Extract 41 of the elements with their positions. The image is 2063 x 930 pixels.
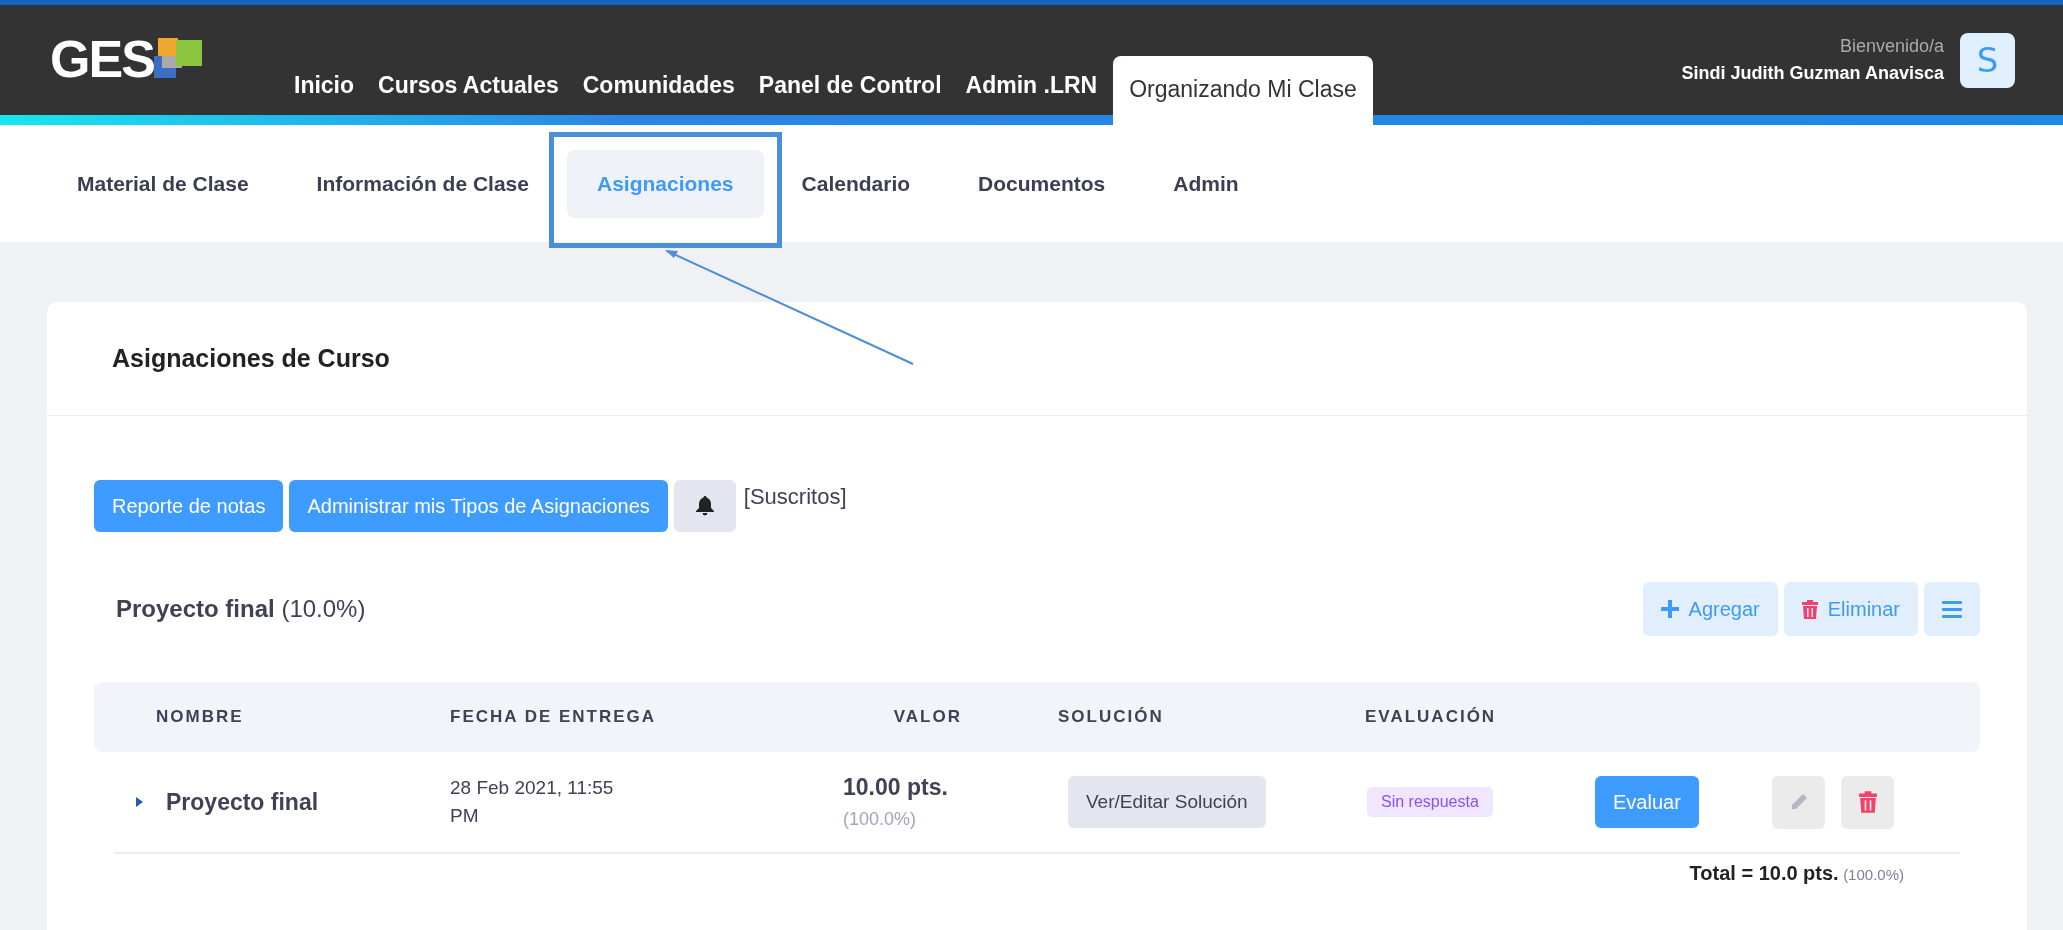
card-title: Asignaciones de Curso [112, 344, 390, 373]
nav-tab[interactable]: Panel de Control [746, 72, 954, 115]
solution-button[interactable]: Ver/Editar Solución [1068, 776, 1266, 828]
points-value: 10.00 pts. [843, 774, 948, 801]
logo-text: GES [50, 33, 154, 85]
nav-tab[interactable]: Organizando Mi Clase [1113, 56, 1373, 125]
bell-icon [695, 496, 714, 516]
nav-tab[interactable]: Cursos Actuales [366, 72, 571, 115]
subnav-tab[interactable]: Calendario [771, 149, 941, 218]
column-header: VALOR [892, 707, 963, 727]
assignment-name: Proyecto final [166, 788, 319, 816]
section-title: Proyecto final (10.0%) [116, 595, 366, 623]
edit-button[interactable] [1772, 775, 1825, 829]
subnav-tab[interactable]: Documentos [948, 149, 1136, 218]
column-header: EVALUACIÓN [1365, 707, 1498, 727]
column-header: FECHA DE ENTREGA [450, 707, 658, 727]
menu-button[interactable] [1924, 582, 1980, 636]
nav-tab[interactable]: Inicio [282, 72, 367, 115]
notification-button[interactable] [673, 480, 736, 532]
due-date: 28 Feb 2021, 11:55 PM [450, 775, 615, 828]
menu-icon [1942, 600, 1962, 618]
nav-tab[interactable]: Comunidades [570, 72, 747, 115]
nav-tab[interactable]: Admin .LRN [953, 72, 1110, 115]
delete-row-button[interactable] [1841, 775, 1894, 829]
greeting-text: Bienvenido/a [1839, 36, 1944, 57]
trash-icon [1801, 599, 1818, 619]
pencil-icon [1789, 793, 1808, 811]
column-header: SOLUCIÓN [1057, 707, 1165, 727]
status-badge: Sin respuesta [1367, 787, 1493, 817]
points-percent: (100.0%) [843, 809, 917, 830]
subnav-tab[interactable]: Información de Clase [286, 149, 559, 218]
trash-icon [1858, 791, 1877, 813]
column-header: NOMBRE [155, 707, 245, 727]
subnav-tab[interactable]: Material de Clase [47, 149, 279, 218]
logo-squares-icon [153, 38, 204, 80]
subscription-status: [Suscritos] [743, 484, 847, 510]
user-name: Sindi Judith Guzman Anavisca [1681, 63, 1944, 84]
total-value: Total = 10.0 pts. (100.0%) [1689, 866, 1904, 883]
subnav-tab[interactable]: Admin [1143, 149, 1269, 218]
caret-right-icon[interactable] [134, 795, 144, 809]
plus-icon [1660, 600, 1679, 618]
